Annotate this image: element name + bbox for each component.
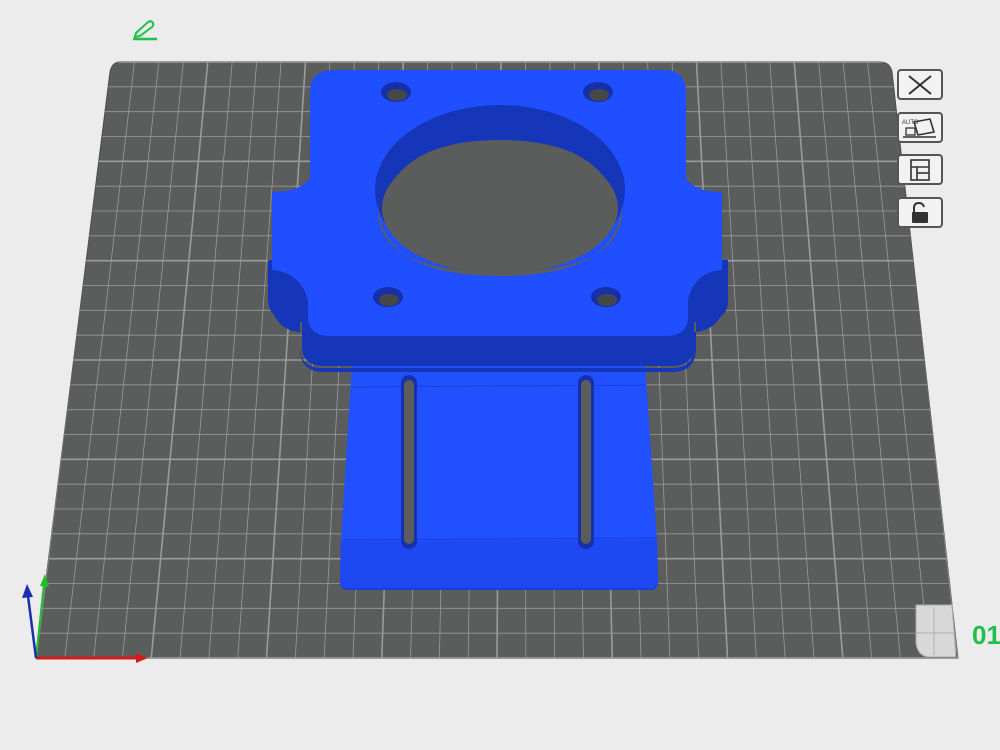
pencil-icon[interactable] [130,18,160,42]
plate-number-label[interactable]: 01 [972,620,1000,651]
3d-viewport[interactable]: AUTO 01 [0,0,1000,750]
lock-button[interactable] [897,197,943,228]
axis-z [26,595,38,659]
close-icon [903,74,937,96]
build-plate-scene[interactable] [0,0,1000,750]
plate-page-turn-icon[interactable] [912,603,957,658]
auto-arrange-button[interactable]: AUTO [897,112,943,143]
model-center-bore [375,105,625,276]
auto-arrange-icon: AUTO [900,116,940,140]
layout-icon [902,158,938,182]
layout-button[interactable] [897,154,943,185]
lock-icon [905,201,935,225]
model-tab-top [341,362,657,542]
axis-z-arrow [22,584,33,598]
close-plate-button[interactable] [897,69,943,100]
model-tab-front [340,540,658,588]
